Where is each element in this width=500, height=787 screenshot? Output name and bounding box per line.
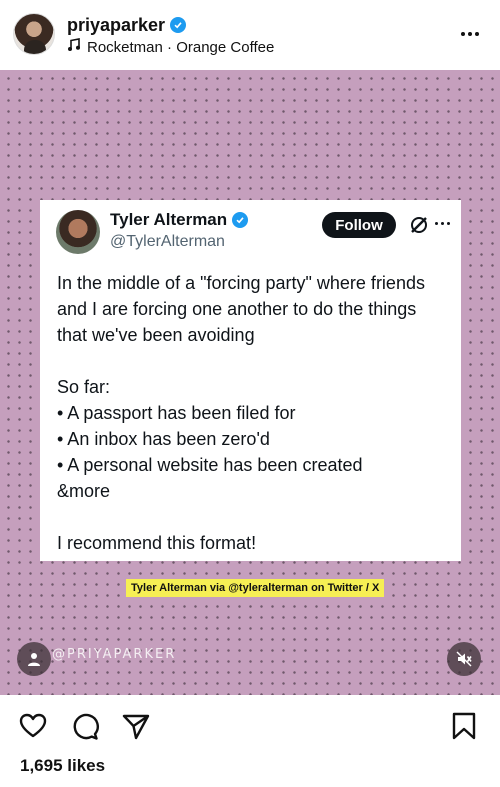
bookmark-icon[interactable] <box>449 711 479 741</box>
audio-row[interactable]: Rocketman · Orange Coffee <box>67 37 274 57</box>
tweet-text-line: So far: <box>57 377 111 397</box>
username-row: priyaparker <box>67 14 187 36</box>
tweet-author-handle: @TylerAlterman <box>110 233 225 250</box>
post-media[interactable]: Tyler Alterman @TylerAlterman Follow In … <box>0 70 500 695</box>
mute-icon[interactable] <box>447 642 481 676</box>
tweet-author-name: Tyler Alterman <box>110 210 228 229</box>
tweet-text-line: • A passport has been filed for <box>57 403 296 423</box>
tweet-text-line <box>57 348 457 374</box>
username[interactable]: priyaparker <box>67 15 165 36</box>
music-note-icon <box>67 38 81 56</box>
tweet-more-icon <box>435 222 455 228</box>
credit-caption: Tyler Alterman via @tyleralterman on Twi… <box>126 579 385 597</box>
tweet-text-line: In the middle of a "forcing party" where… <box>57 273 425 293</box>
follow-button: Follow <box>322 212 396 238</box>
tweet-text-line: &more <box>57 481 111 501</box>
tweet-card: Tyler Alterman @TylerAlterman Follow In … <box>40 200 461 561</box>
tweet-text-line: • An inbox has been zero'd <box>57 429 270 449</box>
tweet-text-line: • A personal website has been created <box>57 455 363 475</box>
verified-badge-icon <box>170 17 187 33</box>
more-icon[interactable] <box>458 22 482 46</box>
tweet-text-line: and I are forcing one another to do the … <box>57 299 417 319</box>
tweet-avatar <box>56 210 100 254</box>
tweet-text-line: that we've been avoiding <box>57 325 255 345</box>
tweet-name-row: Tyler Alterman <box>110 210 249 230</box>
comment-icon[interactable] <box>70 711 100 741</box>
tweet-text: In the middle of a "forcing party" where… <box>57 270 457 556</box>
watermark: @PRIYAPARKER <box>52 647 177 662</box>
profile-avatar[interactable] <box>13 13 55 55</box>
x-logo-icon <box>408 214 430 236</box>
user-tag-icon[interactable] <box>17 642 51 676</box>
like-count[interactable]: 1,695 likes <box>20 756 105 776</box>
post-header: priyaparker Rocketman · Orange Coffee <box>0 0 500 70</box>
verified-badge-icon <box>232 212 249 228</box>
heart-icon[interactable] <box>18 711 48 741</box>
tweet-text-line <box>57 504 457 530</box>
share-icon[interactable] <box>121 711 151 741</box>
post-actions <box>0 695 500 755</box>
tweet-text-line: I recommend this format! <box>57 533 257 553</box>
song-label: Rocketman · Orange Coffee <box>87 38 275 56</box>
